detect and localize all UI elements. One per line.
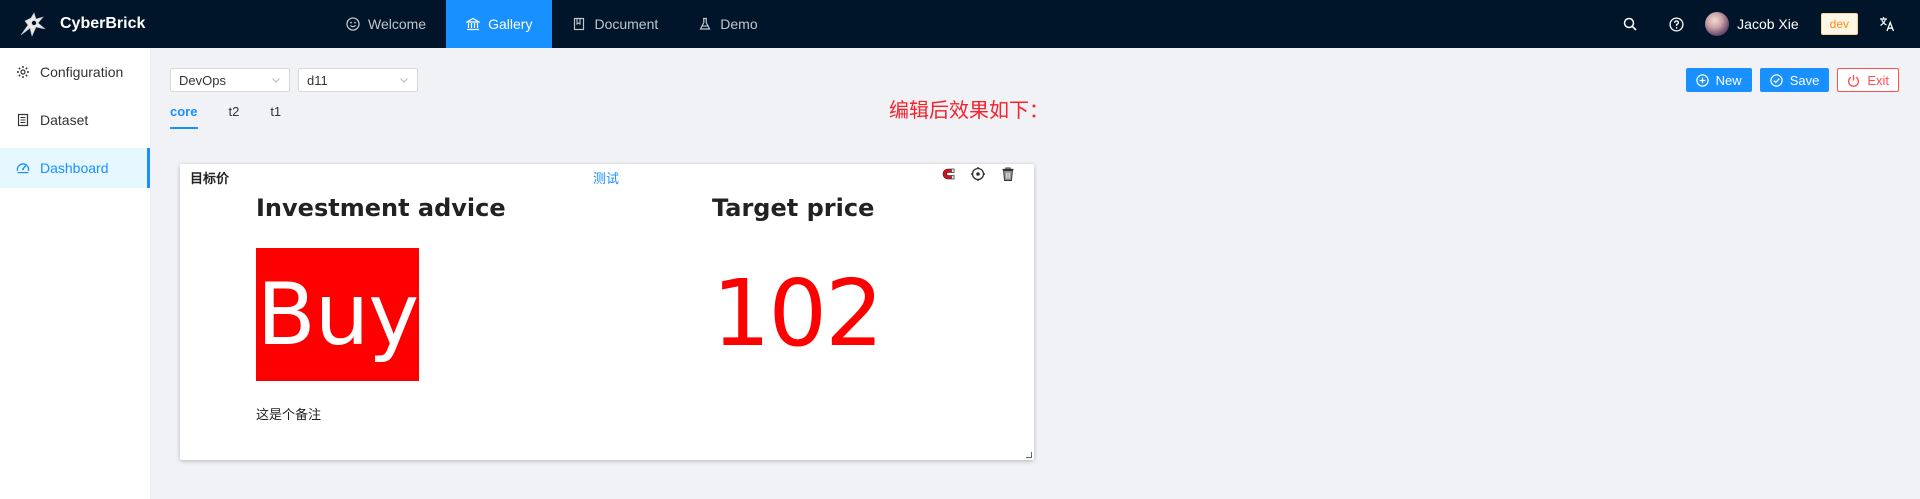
nav-item-demo[interactable]: Demo — [678, 0, 777, 48]
resize-handle[interactable] — [1026, 452, 1032, 458]
dashboard-card[interactable]: 目标价 测试 Investment advice Buy 这是个备注 Targe… — [180, 164, 1034, 460]
brand[interactable]: CyberBrick — [0, 0, 330, 48]
tab-t1[interactable]: t1 — [270, 104, 281, 129]
new-button-label: New — [1715, 72, 1742, 88]
save-button[interactable]: Save — [1759, 68, 1830, 92]
brand-name: CyberBrick — [60, 15, 146, 32]
power-icon — [1848, 74, 1860, 87]
tab-bar: core t2 t1 — [170, 104, 312, 129]
env-badge: dev — [1820, 13, 1858, 35]
action-buttons: New Save Exit — [1678, 68, 1899, 92]
magnet-icon[interactable] — [940, 166, 956, 182]
exit-button[interactable]: Exit — [1837, 68, 1899, 92]
check-circle-icon — [1769, 73, 1783, 87]
investment-advice-heading: Investment advice — [256, 194, 506, 222]
translate-icon[interactable] — [1872, 0, 1902, 48]
sidebar-item-label: Dataset — [40, 112, 89, 128]
search-icon[interactable] — [1607, 0, 1653, 48]
selector-row: DevOps d11 — [170, 68, 426, 92]
new-button[interactable]: New — [1685, 68, 1752, 92]
card-title: 目标价 — [190, 171, 230, 186]
sidebar-item-dashboard[interactable]: Dashboard — [0, 148, 150, 188]
book-icon — [17, 113, 29, 127]
nav-item-label: Gallery — [488, 16, 533, 32]
sidebar-item-label: Dashboard — [40, 160, 109, 176]
nav-item-label: Document — [594, 16, 659, 32]
nav-item-label: Welcome — [368, 16, 427, 32]
user-menu[interactable]: Jacob Xie — [1705, 12, 1799, 36]
sidebar: Configuration Dataset Dashboard — [0, 48, 151, 499]
nav-item-gallery[interactable]: Gallery — [446, 0, 553, 48]
sidebar-item-label: Configuration — [40, 64, 124, 80]
header-right: Jacob Xie dev — [1607, 0, 1920, 48]
investment-advice-value: Buy — [256, 264, 419, 365]
investment-advice-badge: Buy — [256, 248, 419, 381]
chevron-down-icon — [400, 78, 408, 83]
book-icon — [574, 17, 585, 31]
exit-button-label: Exit — [1867, 72, 1889, 88]
edit-note: 编辑后效果如下： — [889, 100, 1049, 122]
logo-icon — [20, 12, 46, 37]
target-price-value: 102 — [712, 260, 884, 367]
category-select-value: DevOps — [179, 72, 226, 88]
card-toolbar — [926, 166, 1016, 182]
top-nav: Welcome Gallery Document Demo — [326, 0, 778, 48]
category-select[interactable]: DevOps — [170, 68, 290, 92]
gear-icon — [17, 66, 29, 78]
tab-core[interactable]: core — [170, 104, 199, 129]
investment-remark: 这是个备注 — [256, 407, 322, 422]
help-icon[interactable] — [1653, 0, 1699, 48]
user-name: Jacob Xie — [1737, 16, 1799, 32]
trash-icon[interactable] — [1000, 166, 1016, 182]
sidebar-item-dataset[interactable]: Dataset — [0, 100, 150, 140]
dashboard-select[interactable]: d11 — [298, 68, 418, 92]
smile-icon — [346, 17, 360, 31]
tab-t2[interactable]: t2 — [228, 104, 239, 129]
card-test-link[interactable]: 测试 — [593, 168, 619, 187]
sidebar-item-configuration[interactable]: Configuration — [0, 52, 150, 92]
plus-circle-icon — [1695, 73, 1709, 87]
settings-icon[interactable] — [970, 166, 986, 182]
flask-icon — [699, 17, 711, 30]
avatar — [1705, 12, 1730, 36]
main-content: DevOps d11 core t2 t1 编辑后效果如下： New Save … — [151, 48, 1920, 499]
top-header: CyberBrick Welcome Gallery Document Demo… — [0, 0, 1920, 48]
nav-item-document[interactable]: Document — [552, 0, 678, 48]
save-button-label: Save — [1789, 72, 1820, 88]
nav-item-label: Demo — [720, 16, 758, 32]
nav-item-welcome[interactable]: Welcome — [326, 0, 446, 48]
target-price-heading: Target price — [712, 194, 875, 222]
bank-icon — [466, 17, 481, 31]
dashboard-select-value: d11 — [307, 72, 328, 88]
dashboard-icon — [16, 163, 30, 174]
chevron-down-icon — [272, 78, 280, 83]
